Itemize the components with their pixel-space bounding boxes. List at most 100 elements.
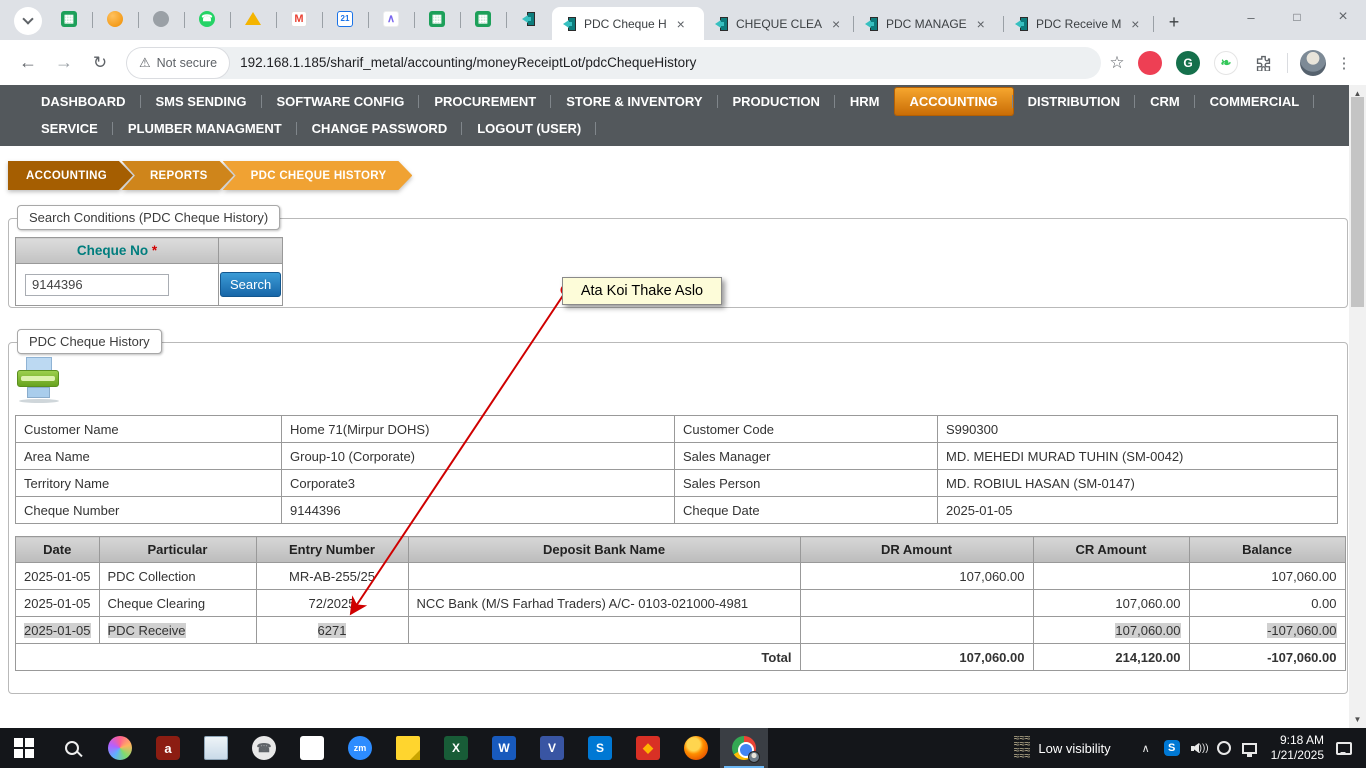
taskbar-clock[interactable]: 9:18 AM 1/21/2025	[1271, 733, 1324, 763]
security-chip[interactable]: Not secure	[126, 46, 231, 79]
menu-production[interactable]: PRODUCTION	[718, 88, 836, 115]
start-button[interactable]	[0, 728, 48, 768]
pinned-tab-globe[interactable]	[144, 2, 185, 36]
menu-accounting[interactable]: ACCOUNTING	[894, 88, 1013, 115]
close-tab-icon[interactable]	[673, 16, 689, 32]
weather-label[interactable]: Low visibility	[1038, 741, 1110, 756]
taskbar-skype[interactable]: S	[576, 728, 624, 768]
camera-tray-icon[interactable]	[1211, 728, 1237, 768]
extensions-puzzle-icon[interactable]	[1251, 51, 1275, 75]
pinned-tab-orange-app[interactable]	[98, 2, 139, 36]
taskbar-notepad[interactable]	[192, 728, 240, 768]
red-extension-icon[interactable]	[1138, 50, 1162, 75]
menu-crm[interactable]: CRM	[1135, 88, 1195, 115]
taskbar-avro-keyboard[interactable]: a	[144, 728, 192, 768]
bookmark-star-icon[interactable]	[1103, 49, 1131, 77]
taskbar-copilot[interactable]	[96, 728, 144, 768]
cell-balance: -107,060.00	[1188, 616, 1346, 644]
pinned-tab-gmail[interactable]: M	[282, 2, 323, 36]
menu-sms-sending[interactable]: SMS SENDING	[141, 88, 262, 115]
taskbar-visio[interactable]: V	[528, 728, 576, 768]
tab-search-button[interactable]	[14, 7, 42, 35]
taskbar-excel[interactable]: X	[432, 728, 480, 768]
pinned-tab-sheets-2[interactable]: ▦	[420, 2, 461, 36]
breadcrumb-pdc-cheque-history[interactable]: PDC CHEQUE HISTORY	[223, 161, 413, 190]
back-button[interactable]	[12, 47, 44, 79]
close-tab-icon[interactable]	[1127, 16, 1143, 32]
breadcrumb-reports[interactable]: REPORTS	[122, 161, 234, 190]
cell-particular: Cheque Clearing	[98, 589, 257, 617]
minimize-button[interactable]	[1228, 0, 1274, 34]
taskbar-search-button[interactable]	[48, 728, 96, 768]
cell-cr	[1032, 562, 1190, 590]
info-value: MD. ROBIUL HASAN (SM-0147)	[937, 469, 1338, 497]
print-button[interactable]	[15, 357, 63, 403]
taskbar-sticky-notes[interactable]	[384, 728, 432, 768]
cheque-no-input[interactable]	[25, 273, 169, 296]
tab-pdc-cheque-history[interactable]: PDC Cheque H	[552, 7, 704, 40]
action-center-icon[interactable]	[1336, 741, 1352, 755]
new-tab-button[interactable]	[1160, 8, 1188, 36]
breadcrumb-accounting[interactable]: ACCOUNTING	[8, 161, 133, 190]
taskbar-word[interactable]: W	[480, 728, 528, 768]
menu-dashboard[interactable]: DASHBOARD	[26, 88, 141, 115]
skype-icon: S	[588, 736, 612, 760]
table-row: 2025-01-05 PDC Collection MR-AB-255/25 1…	[15, 562, 1346, 590]
taskbar-whatsapp[interactable]: ☎	[240, 728, 288, 768]
tab-pdc-receive[interactable]: PDC Receive M	[1004, 7, 1154, 40]
close-window-button[interactable]	[1320, 0, 1366, 34]
taskbar-firefox[interactable]	[672, 728, 720, 768]
menu-store-inventory[interactable]: STORE & INVENTORY	[551, 88, 718, 115]
search-button[interactable]: Search	[220, 272, 282, 297]
reload-button[interactable]	[84, 47, 116, 79]
close-tab-icon[interactable]	[828, 16, 844, 32]
pinned-tab-whatsapp[interactable]: ☎	[190, 2, 231, 36]
chrome-menu-icon[interactable]	[1332, 49, 1356, 77]
profile-avatar[interactable]	[1300, 49, 1326, 76]
taskbar-media-app[interactable]	[288, 728, 336, 768]
menu-plumber-managment[interactable]: PLUMBER MANAGMENT	[113, 115, 297, 142]
grammarly-extension-icon[interactable]: G	[1176, 50, 1200, 75]
leaf-extension-icon[interactable]: ❧	[1214, 50, 1238, 75]
cell-date: 2025-01-05	[15, 589, 100, 617]
pinned-tab-app[interactable]	[512, 2, 546, 36]
browser-window: ▦ ☎ M 21 ∧ ▦ ▦ PDC Cheque H CHEQUE CLEA	[0, 0, 1366, 768]
tab-cheque-clearing[interactable]: CHEQUE CLEA	[704, 7, 854, 40]
cell-entry: MR-AB-255/25	[255, 562, 409, 590]
pinned-tab-drive[interactable]	[236, 2, 277, 36]
pinned-tab-sheets-3[interactable]: ▦	[466, 2, 507, 36]
taskbar-red-app[interactable]: ◆	[624, 728, 672, 768]
skype-tray-icon[interactable]: S	[1159, 728, 1185, 768]
tab-pdc-manage[interactable]: PDC MANAGE	[854, 7, 1004, 40]
menu-software-config[interactable]: SOFTWARE CONFIG	[262, 88, 420, 115]
taskbar-zoom[interactable]: zm	[336, 728, 384, 768]
exit-door-icon	[865, 16, 878, 31]
cell-bank	[407, 562, 801, 590]
pinned-tab-calendar[interactable]: 21	[328, 2, 369, 36]
network-icon[interactable]	[1237, 728, 1263, 768]
menu-change-password[interactable]: CHANGE PASSWORD	[297, 115, 463, 142]
cell-dr	[799, 589, 1034, 617]
menu-hrm[interactable]: HRM	[835, 88, 895, 115]
menu-service[interactable]: SERVICE	[26, 115, 113, 142]
forward-button[interactable]	[48, 47, 80, 79]
page-scrollbar[interactable]	[1349, 85, 1366, 728]
hidden-icons-chevron[interactable]	[1133, 728, 1159, 768]
scrollbar-thumb[interactable]	[1351, 97, 1364, 307]
menu-distribution[interactable]: DISTRIBUTION	[1013, 88, 1136, 115]
address-bar[interactable]: Not secure 192.168.1.185/sharif_metal/ac…	[126, 46, 1101, 79]
pinned-tab-clickup[interactable]: ∧	[374, 2, 415, 36]
table-row: 2025-01-05 Cheque Clearing 72/2025 NCC B…	[15, 589, 1346, 617]
url-text[interactable]: 192.168.1.185/sharif_metal/accounting/mo…	[240, 55, 696, 70]
menu-procurement[interactable]: PROCUREMENT	[419, 88, 552, 115]
pinned-tab-sheets-1[interactable]: ▦	[52, 2, 93, 36]
volume-icon[interactable]: )))	[1185, 728, 1211, 768]
exit-door-icon	[522, 11, 535, 26]
taskbar-chrome-active[interactable]	[720, 728, 768, 768]
menu-logout[interactable]: LOGOUT (USER)	[462, 115, 597, 142]
avro-keyboard-icon: a	[156, 736, 180, 760]
page-content: ACCOUNTING REPORTS PDC CHEQUE HISTORY Se…	[0, 146, 1366, 724]
close-tab-icon[interactable]	[973, 16, 989, 32]
maximize-button[interactable]	[1274, 0, 1320, 34]
menu-commercial[interactable]: COMMERCIAL	[1195, 88, 1315, 115]
